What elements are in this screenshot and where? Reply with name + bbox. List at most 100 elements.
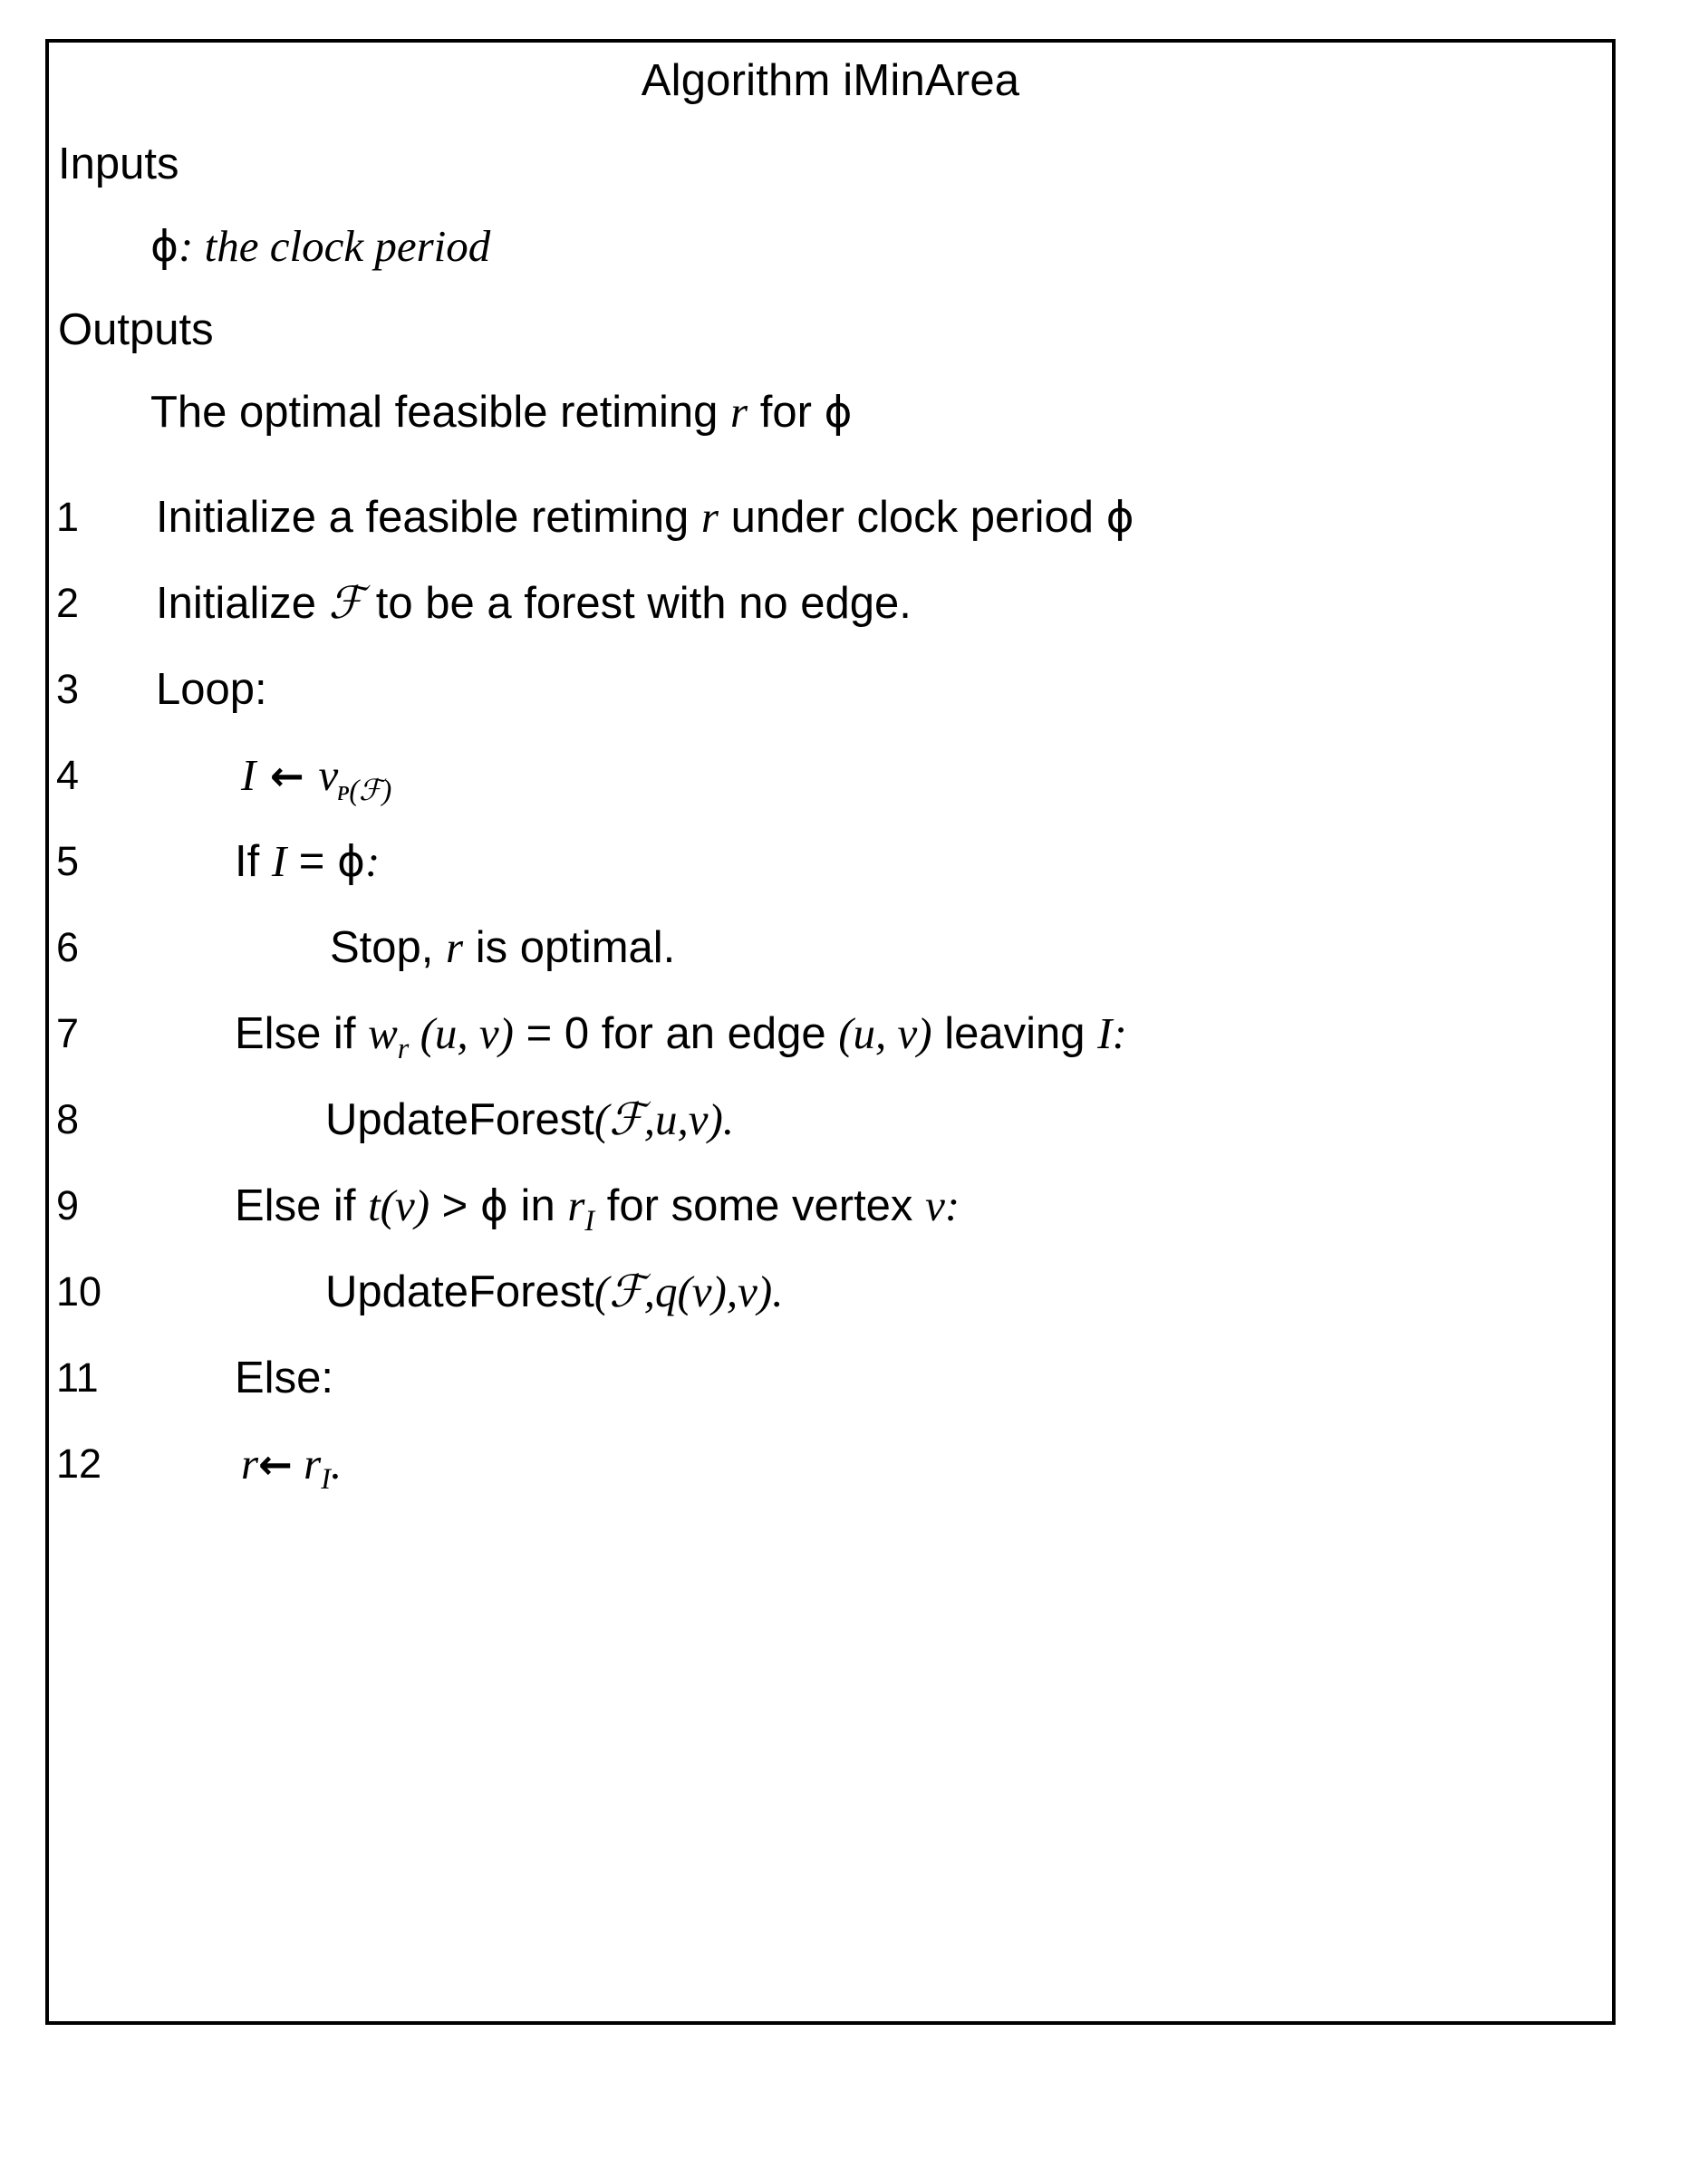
step-text-part: is optimal. [463, 923, 676, 972]
step-text-part: : [1112, 1008, 1127, 1058]
step-number: 7 [56, 1010, 80, 1056]
step-text-part: : [365, 836, 381, 886]
step-text-part: I [321, 1461, 331, 1495]
retiming-symbol-r: r [730, 387, 748, 437]
step-text-part: ϕ [1105, 493, 1134, 543]
step-text-part: (u, v) [409, 1008, 514, 1058]
step-text: Initialize a feasible retiming r under c… [156, 490, 1134, 545]
step-text-part: r [241, 1439, 259, 1488]
algorithm-steps: 1 Initialize a feasible retiming r under … [49, 490, 1612, 1523]
step-text-part: ( [593, 1094, 610, 1144]
step-text-part: r [700, 492, 719, 542]
step-text-part: ᴠ [318, 750, 338, 800]
step-text: Initialize ℱ to be a forest with no edge… [156, 576, 912, 631]
step-text-part: leaving [931, 1009, 1098, 1058]
step-text-part: for some vertex [594, 1181, 926, 1230]
step-text-part: ← [258, 1440, 293, 1488]
step-text-part: > [429, 1181, 480, 1230]
algorithm-step: 9 Else if t(v) > ϕ in rI for some vertex … [49, 1179, 1612, 1265]
step-text-part: Initialize [156, 579, 329, 628]
step-text-part: . [772, 1267, 784, 1316]
step-text: r← rI. [241, 1437, 342, 1506]
phi-symbol: ϕ [150, 222, 179, 272]
algorithm-box: Algorithm iMinArea Inputs ϕ: the clock p… [45, 39, 1616, 2025]
step-text-part: ← [256, 752, 319, 800]
algorithm-step: 1 Initialize a feasible retiming r under … [49, 490, 1612, 576]
step-number: 11 [56, 1354, 99, 1401]
phi-symbol: ϕ [824, 388, 853, 438]
step-text-part: t(v) [368, 1180, 430, 1230]
step-text-part: r [397, 1031, 410, 1065]
algorithm-step: 3 Loop: [49, 662, 1612, 748]
step-text-part: (u, v) [838, 1008, 932, 1058]
step-text-part: Stop, [330, 923, 447, 972]
step-text-part: r [567, 1180, 585, 1230]
step-text-part: . [330, 1439, 343, 1488]
step-text: Else if t(v) > ϕ in rI for some vertex v… [235, 1179, 960, 1248]
step-text-part: I [241, 750, 256, 800]
step-text-part: : [944, 1180, 960, 1230]
step-text-part: If [235, 837, 272, 886]
step-text: Stop, r is optimal. [330, 920, 675, 975]
algorithm-step: 7 Else if wr (u, v) = 0 for an edge (u, v… [49, 1007, 1612, 1093]
step-text: Else if wr (u, v) = 0 for an edge (u, v)… [235, 1007, 1127, 1075]
step-number: 12 [56, 1440, 102, 1487]
algorithm-step: 6 Stop, r is optimal. [49, 920, 1612, 1007]
step-text-part: . [722, 1094, 735, 1144]
inputs-body: ϕ: the clock period [150, 220, 1612, 272]
algorithm-step: 4 I ← ᴠᴘ(ℱ) [49, 748, 1612, 834]
step-number: 6 [56, 924, 80, 970]
algorithm-step: 11 Else: [49, 1351, 1612, 1437]
step-text-part: ᴘ(ℱ) [337, 773, 392, 806]
inputs-body-text: : the clock period [179, 221, 491, 271]
inputs-heading: Inputs [58, 140, 179, 188]
step-text: Else: [235, 1351, 333, 1405]
step-number: 2 [56, 580, 80, 626]
step-text-part: Initialize a feasible retiming [156, 493, 701, 542]
outputs-body-prefix: The optimal feasible retiming [150, 388, 731, 437]
step-number: 1 [56, 494, 80, 540]
step-text-part: ( [593, 1267, 610, 1316]
step-number: 8 [56, 1096, 80, 1142]
step-text-part: ℱ [609, 1094, 644, 1144]
step-text-part: r [446, 922, 464, 972]
algorithm-step: 2 Initialize ℱ to be a forest with no edg… [49, 576, 1612, 662]
step-text-part: I [1097, 1008, 1113, 1058]
outputs-body-mid: for [748, 388, 825, 437]
outputs-body: The optimal feasible retiming r for ϕ [150, 386, 1612, 438]
step-text-part: Else if [235, 1009, 369, 1058]
step-text: If I = ϕ: [235, 834, 380, 890]
step-text-part: UpdateForest [325, 1095, 594, 1144]
step-text-part: Else if [235, 1181, 369, 1230]
step-number: 4 [56, 752, 80, 798]
step-text-part: in [507, 1181, 568, 1230]
step-number: 5 [56, 838, 80, 884]
step-text-part: = 0 for an edge [513, 1009, 839, 1058]
step-text-part: Loop: [156, 665, 267, 714]
step-text-part: ,u,v) [643, 1094, 723, 1144]
algorithm-title: Algorithm iMinArea [641, 56, 1020, 105]
step-text-part: ℱ [328, 578, 364, 628]
algorithm-step: 8 UpdateForest(ℱ,u,v). [49, 1093, 1612, 1179]
algorithm-step: 10 UpdateForest(ℱ,q(v),v). [49, 1265, 1612, 1351]
step-text: UpdateForest(ℱ,q(v),v). [325, 1265, 783, 1319]
step-number: 3 [56, 666, 80, 712]
step-text-part: ℱ [609, 1267, 644, 1316]
step-text-part: ,q(v),v) [643, 1267, 773, 1316]
outputs-heading: Outputs [58, 305, 214, 354]
step-number: 9 [56, 1182, 80, 1228]
step-text-part: I [271, 836, 287, 886]
step-text-part: w [368, 1008, 398, 1058]
algorithm-step: 5 If I = ϕ: [49, 834, 1612, 920]
step-text-part: UpdateForest [325, 1267, 594, 1316]
step-text: UpdateForest(ℱ,u,v). [325, 1093, 734, 1147]
step-text-part: Else: [235, 1354, 333, 1402]
step-text-part: v [925, 1180, 945, 1230]
step-text-part: r [292, 1439, 322, 1488]
step-number: 10 [56, 1268, 102, 1315]
step-text: I ← ᴠᴘ(ℱ) [241, 748, 391, 817]
step-text-part: to be a forest with no edge. [363, 579, 912, 628]
step-text-part: ϕ [479, 1181, 508, 1231]
algorithm-step: 12 r← rI. [49, 1437, 1612, 1523]
step-text-part: = [286, 837, 338, 886]
